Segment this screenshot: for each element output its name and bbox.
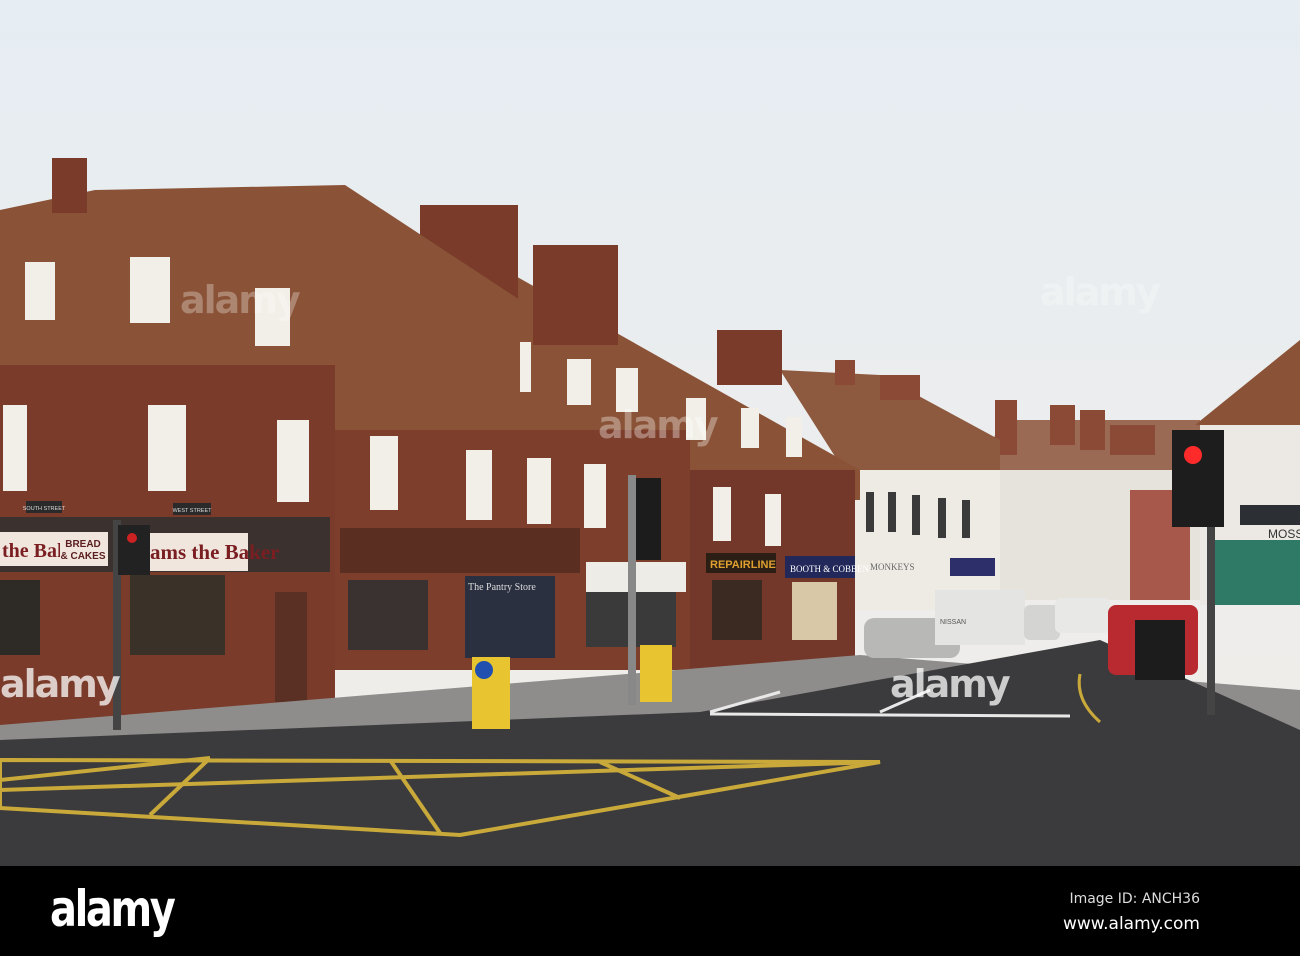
watermark-top-left: alamy — [180, 278, 301, 322]
sign-pantry-store: The Pantry Store — [468, 582, 536, 593]
van-badge: NISSAN — [940, 619, 966, 626]
site-url: www.alamy.com — [1062, 914, 1200, 934]
sign-repairline: REPAIRLINE — [710, 559, 776, 571]
sign-bread: BREAD — [65, 539, 101, 550]
watermark-top-right: alamy — [1040, 270, 1161, 314]
watermark-middle: alamy — [598, 403, 719, 447]
watermark-center: alamy — [890, 662, 1011, 706]
sign-cakes: & CAKES — [60, 551, 105, 562]
watermark-left: alamy — [0, 662, 121, 706]
image-id: Image ID: ANCH36 — [1069, 891, 1200, 907]
alamy-logo: alamy — [50, 880, 176, 938]
street-sign-south-street: SOUTH STREET — [23, 506, 66, 512]
sign-monkeys: MONKEYS — [870, 562, 915, 572]
sign-booth-cobben: BOOTH & COBBEN — [790, 564, 870, 574]
sign-adams-the-baker: ams the Baker — [150, 540, 280, 564]
sign-moss: MOSS — [1268, 527, 1300, 541]
street-sign-west-street: WEST STREET — [172, 508, 212, 514]
street-photo: the Baker ams the Baker BREAD & CAKES SO… — [0, 0, 1300, 956]
footer-bar: alamy Image ID: ANCH36 www.alamy.com — [0, 866, 1300, 956]
